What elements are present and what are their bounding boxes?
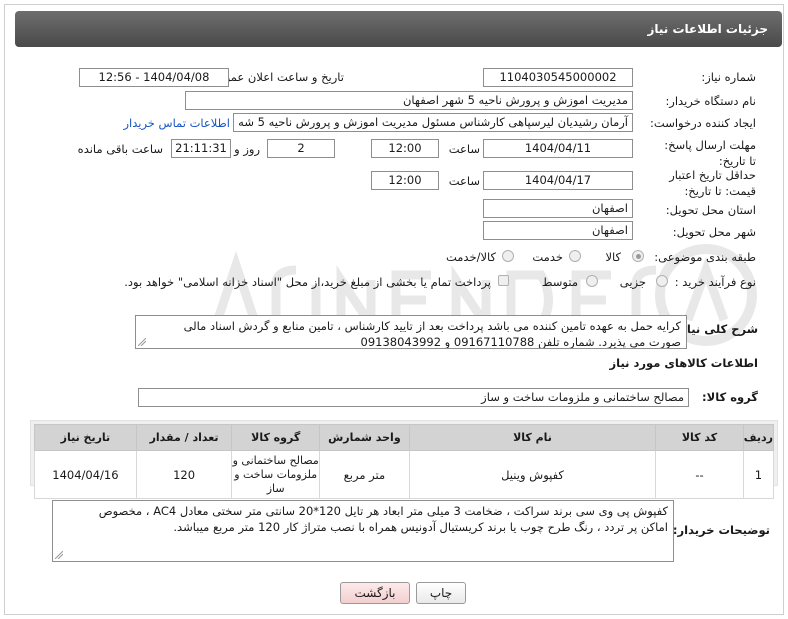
requester-field: آرمان رشیدیان لیرسپاهی کارشناس مسئول مدی… (233, 113, 633, 132)
cell-unit: متر مربع (319, 450, 410, 499)
buyer-notes-label: توضیحات خریدار: (672, 523, 770, 537)
resize-handle-icon[interactable] (138, 338, 146, 346)
table-header-row: ردیف کد کالا نام کالا واحد شمارش گروه کا… (34, 424, 775, 451)
col-header-date: تاریخ نیاز (34, 424, 137, 451)
goods-table: ردیف کد کالا نام کالا واحد شمارش گروه کا… (34, 424, 775, 499)
col-header-group: گروه کالا (231, 424, 321, 451)
buyer-notes-line-1: کفپوش پی وی سی برند سراکت ، ضخامت 3 میلی… (98, 504, 668, 518)
announce-datetime-field: 1404/04/08 - 12:56 (79, 68, 229, 87)
validity-time-label: ساعت (448, 174, 480, 188)
category-service-radio[interactable] (569, 250, 581, 262)
print-button[interactable]: چاپ (416, 582, 466, 604)
cell-group: مصالح ساختمانی و ملزومات ساخت و ساز (231, 450, 321, 499)
need-number-label: شماره نیاز: (701, 70, 756, 84)
city-field: اصفهان (483, 221, 633, 240)
back-button[interactable]: بازگشت (340, 582, 410, 604)
panel-header: جزئیات اطلاعات نیاز (15, 11, 782, 47)
col-header-row: ردیف (742, 424, 775, 451)
general-desc-line-1: کرایه حمل به عهده تامین کننده می باشد پر… (183, 319, 681, 333)
table-row: 1 -- کفپوش وینیل متر مربع مصالح ساختمانی… (34, 450, 775, 499)
category-goods-label: کالا (605, 250, 621, 264)
reply-time-field: 12:00 (371, 139, 439, 158)
buyer-org-label: نام دستگاه خریدار: (665, 94, 756, 108)
buyer-contact-link[interactable]: اطلاعات تماس خریدار (123, 116, 230, 130)
col-header-name: نام کالا (408, 424, 657, 451)
general-desc-line-2: صورت می پذیرد. شماره تلفن 09167110788 و … (360, 335, 681, 349)
cell-name: کفپوش وینیل (408, 450, 657, 499)
reply-date-field: 1404/04/11 (483, 139, 633, 158)
category-service-label: خدمت (532, 250, 563, 264)
days-count-field: 2 (267, 139, 335, 158)
cell-qty: 120 (135, 450, 233, 499)
buyer-notes-textarea[interactable]: کفپوش پی وی سی برند سراکت ، ضخامت 3 میلی… (52, 500, 674, 562)
goods-group-field: مصالح ساختمانی و ملزومات ساخت و ساز (138, 388, 689, 407)
purchase-medium-radio[interactable] (586, 275, 598, 287)
buyer-notes-line-2: اماکن پر تردد ، رنگ طرح چوب یا برند کریس… (173, 520, 668, 534)
purchase-type-label: نوع فرآیند خرید : (674, 275, 756, 289)
requester-label: ایجاد کننده درخواست: (650, 116, 756, 130)
validity-date-field: 1404/04/17 (483, 171, 633, 190)
validity-time-field: 12:00 (371, 171, 439, 190)
reply-time-label: ساعت (448, 142, 480, 156)
province-label: استان محل تحویل: (665, 203, 756, 217)
col-header-unit: واحد شمارش (319, 424, 410, 451)
col-header-qty: تعداد / مقدار (135, 424, 233, 451)
goods-section-title: اطلاعات کالاهای مورد نیاز (609, 356, 758, 370)
cell-date: 1404/04/16 (34, 450, 137, 499)
category-label: طبقه بندی موضوعی: (654, 250, 756, 264)
category-both-radio[interactable] (502, 250, 514, 262)
category-goods-radio[interactable] (632, 250, 644, 262)
goods-group-label: گروه کالا: (702, 390, 758, 404)
buyer-org-field: مدیریت اموزش و پرورش ناحیه 5 شهر اصفهان (185, 91, 633, 110)
purchase-partial-label: جزیی (619, 275, 646, 289)
cell-row: 1 (742, 450, 775, 499)
purchase-partial-radio[interactable] (656, 275, 668, 287)
province-field: اصفهان (483, 199, 633, 218)
cell-code: -- (655, 450, 744, 499)
price-validity-label: حداقل تاریخ اعتبار قیمت: تا تاریخ: (669, 168, 756, 198)
need-number-field: 1104030545000002 (483, 68, 633, 87)
general-desc-label: شرح کلی نیاز: (675, 322, 758, 336)
col-header-code: کد کالا (655, 424, 744, 451)
remaining-time-field: 21:11:31 (171, 139, 231, 158)
page-title: جزئیات اطلاعات نیاز (647, 22, 768, 36)
treasury-payment-note: پرداخت تمام یا بخشی از مبلغ خرید،از محل … (124, 275, 491, 289)
remaining-label: ساعت باقی مانده (77, 142, 163, 156)
general-desc-textarea[interactable]: کرایه حمل به عهده تامین کننده می باشد پر… (135, 315, 687, 349)
treasury-payment-checkbox[interactable] (498, 275, 509, 286)
resize-handle-icon[interactable] (55, 551, 63, 559)
category-both-label: کالا/خدمت (445, 250, 496, 264)
city-label: شهر محل تحویل: (672, 225, 756, 239)
purchase-medium-label: متوسط (541, 275, 578, 289)
reply-deadline-label: مهلت ارسال پاسخ: تا تاریخ: (664, 138, 756, 168)
day-and-label: روز و (234, 142, 260, 156)
